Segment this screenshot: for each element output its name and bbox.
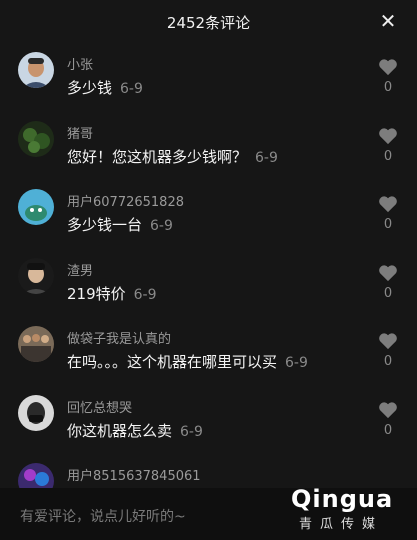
comment-username[interactable]: 用户8515637845061 [67,465,201,484]
comment-username[interactable]: 用户60772651828 [67,191,184,210]
comment-text: 多少钱 [67,79,113,97]
heart-icon [379,127,397,144]
avatar[interactable] [18,52,54,88]
heart-icon [379,196,397,213]
watermark-logo: Qingua 青瓜传媒 [291,485,394,532]
comment-date: 6-9 [120,81,143,97]
comment-date: 6-9 [255,149,278,166]
comment-input-placeholder[interactable]: 有爱评论，说点儿好听的~ [20,506,186,526]
avatar[interactable] [18,326,54,362]
comment-list[interactable]: 小张 多少钱 6-9 0 猪哥 您好！您这机器多少钱啊？ 6-9 0 用户607… [0,44,417,524]
comment-text-row: 219特价 6-9 [67,283,157,304]
watermark-logo-text: Qingua [291,485,394,513]
like-count: 0 [383,148,393,164]
comment-username[interactable]: 做袋子我是认真的 [67,328,171,347]
comment-item[interactable]: 用户60772651828 多少钱一台 6-9 0 [0,181,417,250]
comment-username[interactable]: 回忆总想哭 [67,397,132,416]
comment-text-row: 你这机器怎么卖 6-9 [67,420,203,441]
comment-text: 219特价 [67,284,126,303]
like-count: 0 [383,285,393,301]
avatar[interactable] [18,120,54,157]
comment-text: 您好！您这机器多少钱啊？ [67,147,248,166]
comment-date: 6-9 [180,423,203,440]
like-count: 0 [383,354,393,369]
avatar[interactable] [18,394,54,431]
like-button[interactable]: 0 [377,58,399,95]
comment-username[interactable]: 渣男 [67,260,93,279]
comment-text: 在吗。。。这个机器在哪里可以买 [67,353,278,371]
like-button[interactable]: 0 [377,264,399,301]
comment-date: 6-9 [150,218,173,234]
avatar[interactable] [18,257,54,294]
like-button[interactable]: 0 [377,127,399,164]
heart-icon [379,333,397,350]
like-count: 0 [383,217,393,232]
heart-icon [379,59,397,76]
comment-item[interactable]: 回忆总想哭 你这机器怎么卖 6-9 0 [0,387,417,456]
comment-date: 6-9 [285,355,308,371]
comment-item[interactable]: 猪哥 您好！您这机器多少钱啊？ 6-9 0 [0,113,417,182]
avatar[interactable] [18,189,54,225]
heart-icon [379,401,397,418]
comment-username[interactable]: 猪哥 [67,123,93,142]
comment-text: 多少钱一台 [67,216,143,234]
comment-date: 6-9 [133,286,157,303]
comment-username[interactable]: 小张 [67,54,93,73]
comment-text-row: 多少钱 6-9 [67,77,143,98]
comment-item[interactable]: 小张 多少钱 6-9 0 [0,44,417,113]
comment-text: 你这机器怎么卖 [67,421,173,440]
like-count: 0 [383,422,393,438]
comment-text-row: 您好！您这机器多少钱啊？ 6-9 [67,146,278,167]
comment-item[interactable]: 渣男 219特价 6-9 0 [0,250,417,319]
comment-item[interactable]: 做袋子我是认真的 在吗。。。这个机器在哪里可以买 6-9 0 [0,318,417,387]
watermark-sub-text: 青瓜传媒 [298,517,383,532]
like-count: 0 [383,80,393,95]
like-button[interactable]: 0 [377,401,399,438]
like-button[interactable]: 0 [377,332,399,369]
close-icon[interactable]: ✕ [377,10,399,32]
comment-input-bar[interactable]: 有爱评论，说点儿好听的~ Qingua 青瓜传媒 [0,485,417,540]
heart-icon [379,264,397,281]
comment-text-row: 多少钱一台 6-9 [67,214,173,235]
comments-header: 2452条评论 ✕ [0,0,417,44]
comment-count-title: 2452条评论 [166,13,251,32]
comment-text-row: 在吗。。。这个机器在哪里可以买 6-9 [67,351,308,372]
like-button[interactable]: 0 [377,195,399,232]
